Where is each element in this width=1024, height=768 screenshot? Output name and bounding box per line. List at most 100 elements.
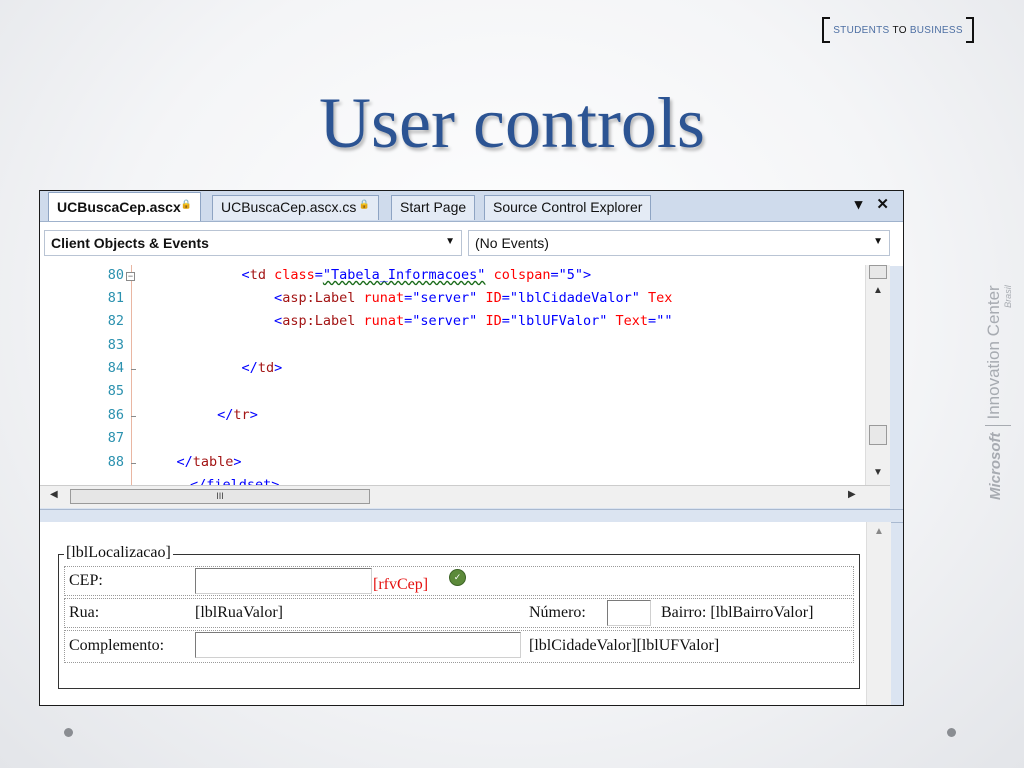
attr-value: "lblUFValor" [509, 313, 608, 329]
validation-icon: ✓ [449, 569, 466, 586]
scroll-thumb[interactable]: III [70, 489, 370, 504]
dropdown-icon[interactable]: ▾ [855, 196, 863, 213]
slide-title: User controls [319, 83, 705, 163]
document-tab-strip: UCBuscaCep.ascx🔒 UCBuscaCep.ascx.cs 🔒 St… [40, 191, 903, 221]
tab-source-control-explorer[interactable]: Source Control Explorer [484, 195, 652, 220]
line-number: 88 [107, 454, 124, 470]
rfv-cep-validator: [rfvCep] [373, 576, 429, 593]
complemento-label: Complemento: [69, 637, 165, 654]
lock-icon: 🔒 [180, 199, 192, 209]
bracket: < [274, 290, 283, 306]
badge-business: BUSINESS [909, 24, 963, 36]
attr-value: "server" [412, 313, 478, 329]
client-objects-dropdown[interactable]: Client Objects & Events ▼ [44, 230, 462, 256]
rua-row: Rua: [lblRuaValor] Número: Bairro: [lblB… [64, 598, 854, 628]
bracket: > [249, 407, 258, 423]
slide-decoration-dot [947, 728, 956, 737]
attr-name: class [274, 267, 315, 283]
scroll-down-icon[interactable]: ▼ [866, 467, 890, 478]
bracket: < [241, 267, 250, 283]
line-number: 84 [107, 360, 124, 376]
outline-guide [131, 265, 132, 485]
code-line-81: <asp:Label runat="server" ID="lblCidadeV… [144, 290, 672, 306]
attr-value: "5" [558, 267, 584, 283]
tab-label: UCBuscaCep.ascx [57, 199, 181, 215]
scroll-right-icon[interactable]: ▶ [848, 489, 856, 500]
badge-to: TO [892, 24, 907, 36]
design-view[interactable]: [lblLocalizacao] CEP: [rfvCep] ✓ Rua: [l… [40, 522, 866, 705]
attr-name: ID [485, 290, 502, 306]
cep-row: CEP: [rfvCep] ✓ [64, 566, 854, 596]
fieldset-legend: [lblLocalizacao] [64, 544, 173, 562]
cep-input[interactable] [195, 568, 372, 594]
chevron-down-icon: ▼ [873, 236, 883, 247]
dropdown-value: Client Objects & Events [51, 235, 209, 251]
tag-name: tr [233, 407, 250, 423]
close-icon[interactable]: ✕ [876, 196, 889, 213]
line-number: 80 [107, 267, 124, 283]
code-line-86: </tr> [144, 407, 258, 423]
complemento-input[interactable] [195, 632, 521, 658]
dropdown-value: (No Events) [475, 235, 549, 251]
tag-name: table [192, 454, 234, 470]
tag-name: td [257, 360, 275, 376]
scroll-left-icon[interactable]: ◀ [50, 489, 58, 500]
code-horizontal-scrollbar[interactable]: ◀ III ▶ [40, 485, 890, 508]
code-line-82: <asp:Label runat="server" ID="lblUFValor… [144, 313, 672, 329]
scroll-thumb[interactable] [869, 425, 887, 445]
line-number: 85 [107, 383, 124, 399]
complemento-row: Complemento: [lblCidadeValor][lblUFValor… [64, 630, 854, 663]
bracket: </ [241, 360, 258, 376]
code-vertical-scrollbar[interactable]: ▲ ▼ [865, 265, 890, 485]
tab-ucbuscacep-ascx[interactable]: UCBuscaCep.ascx🔒 [48, 192, 201, 221]
line-number: 86 [107, 407, 124, 423]
attr-name: Text [615, 313, 649, 329]
scroll-up-icon[interactable]: ▲ [866, 285, 890, 296]
tag-name: asp:Label [282, 313, 356, 329]
tag-name: asp:Label [282, 290, 356, 306]
tab-label: Source Control Explorer [493, 199, 643, 215]
code-line-80: <td class="Tabela_Informacoes" colspan="… [144, 267, 592, 283]
microsoft-wordmark: Microsoft [987, 432, 1004, 501]
tab-ucbuscacep-ascx-cs[interactable]: UCBuscaCep.ascx.cs 🔒 [212, 195, 380, 220]
attr-name: runat [363, 313, 405, 329]
scroll-split-handle[interactable] [869, 265, 887, 279]
attr-name: Tex [648, 290, 673, 306]
tab-start-page[interactable]: Start Page [391, 195, 476, 220]
scroll-up-icon[interactable]: ▲ [867, 526, 891, 537]
bracket: </ [217, 407, 234, 423]
attr-value: "lblCidadeValor" [509, 290, 640, 306]
logo-separator [985, 425, 1011, 427]
scroll-grip: III [216, 491, 224, 501]
bracket: </ [176, 454, 193, 470]
window-buttons: ▾ ✕ [845, 195, 889, 213]
line-number: 87 [107, 430, 124, 446]
rua-label: Rua: [69, 604, 100, 621]
cidade-uf-value: [lblCidadeValor][lblUFValor] [529, 637, 720, 654]
numero-input[interactable] [607, 600, 651, 626]
badge-students: STUDENTS [833, 24, 890, 36]
cep-label: CEP: [69, 572, 103, 589]
collapse-icon[interactable]: − [126, 272, 135, 281]
events-dropdown[interactable]: (No Events) ▼ [468, 230, 890, 256]
line-number-gutter: 80 81 82 83 84 85 86 87 88 [40, 265, 132, 485]
rua-value: [lblRuaValor] [195, 604, 283, 621]
navigation-bar: Client Objects & Events ▼ (No Events) ▼ [40, 221, 903, 266]
tab-label: Start Page [400, 199, 467, 215]
slide-decoration-dot [64, 728, 73, 737]
line-number: 83 [107, 337, 124, 353]
attr-value: "" [656, 313, 673, 329]
code-line-84: </td> [144, 360, 283, 376]
students-to-business-badge: STUDENTS TO BUSINESS [822, 17, 974, 43]
bracket: > [274, 360, 283, 376]
code-editor[interactable]: 80 81 82 83 84 85 86 87 88 − <td class="… [40, 265, 890, 485]
split-view-divider[interactable] [40, 509, 903, 523]
design-vertical-scrollbar[interactable]: ▲ [866, 522, 891, 705]
outline-tick [131, 463, 136, 464]
lock-icon: 🔒 [356, 199, 371, 209]
microsoft-innovation-center-logo: Microsoft Innovation Center Brasil [984, 250, 1024, 501]
